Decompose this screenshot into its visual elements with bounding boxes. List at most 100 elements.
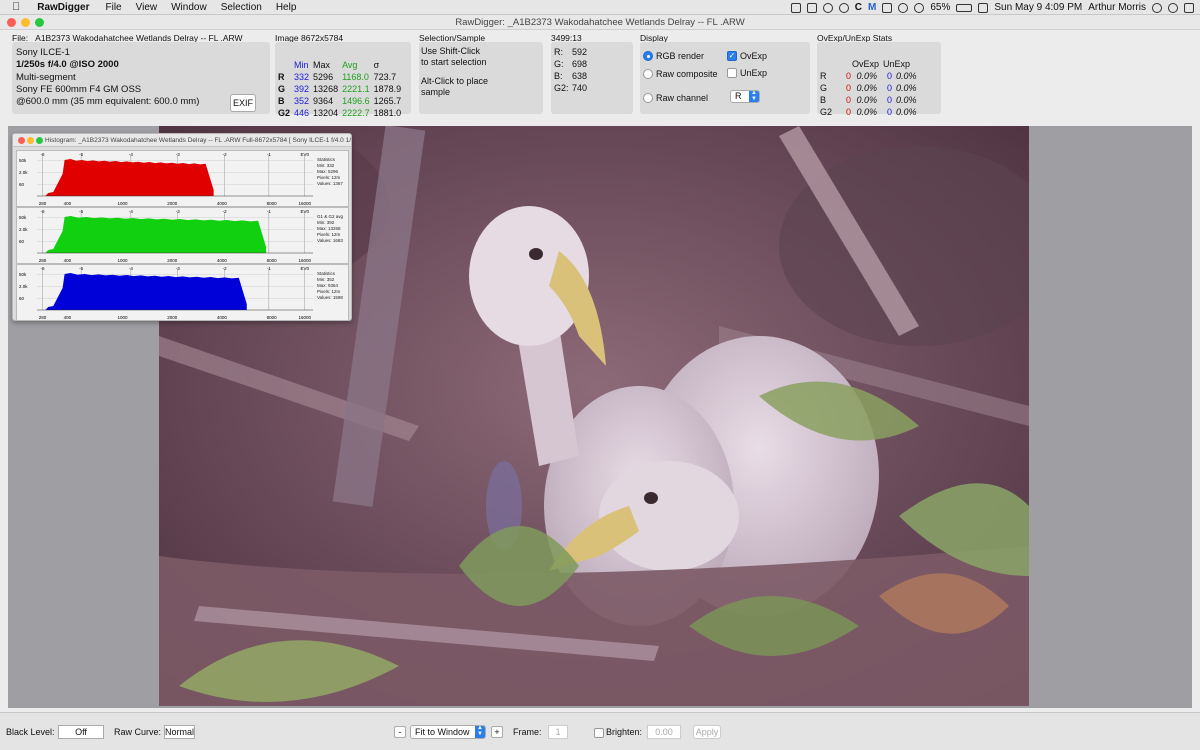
raw-channel-select[interactable]: R ▲ ▼ xyxy=(730,90,760,103)
ev-label: -1 xyxy=(267,266,271,271)
zoom-in-button[interactable]: + xyxy=(491,726,503,738)
raw-channel-label[interactable]: Raw channel xyxy=(656,93,708,103)
input-source-icon[interactable] xyxy=(978,2,989,13)
ev-label: -1 xyxy=(267,152,271,157)
max-value: 13268 xyxy=(313,84,339,94)
brighten-label: Brighten: xyxy=(606,727,643,737)
search-icon[interactable] xyxy=(1168,2,1178,13)
table-header: OvExp xyxy=(852,59,880,69)
unexp-label[interactable]: UnExp xyxy=(740,68,767,78)
sigma-value: 1881.0 xyxy=(373,108,402,118)
profile-icon[interactable] xyxy=(1152,2,1162,13)
user-name[interactable]: Arthur Morris xyxy=(1088,0,1146,15)
zoom-histogram-icon[interactable] xyxy=(36,136,43,144)
wifi-icon[interactable] xyxy=(914,2,925,13)
ovexp-label[interactable]: OvExp xyxy=(740,51,767,61)
table-row: B 352 9364 1496.6 1265.7 xyxy=(276,95,403,107)
menu-selection[interactable]: Selection xyxy=(214,0,269,15)
ev-label: -1 xyxy=(267,209,271,214)
chevron-updown-icon: ▲ ▼ xyxy=(749,90,759,102)
rgb-render-label[interactable]: RGB render xyxy=(656,51,704,61)
black-level-field[interactable]: Off xyxy=(58,725,104,739)
channel-label: R: xyxy=(554,47,563,57)
menu-help[interactable]: Help xyxy=(269,0,304,15)
clipboard-icon[interactable] xyxy=(790,2,801,13)
x-axis-label: 8000 xyxy=(267,315,278,320)
x-axis-label: 280 xyxy=(39,201,47,206)
menu-file[interactable]: File xyxy=(98,0,128,15)
min-value: 392 xyxy=(294,84,310,94)
ovexp-checkbox[interactable]: ✓ xyxy=(727,51,737,61)
c-app-icon[interactable]: C xyxy=(855,0,862,15)
sample-hint: sample xyxy=(421,87,451,97)
ovexp-percent: 0.0% xyxy=(856,83,878,93)
m-app-icon[interactable]: M xyxy=(868,0,876,15)
bluetooth-icon[interactable] xyxy=(898,2,909,13)
histogram-area xyxy=(45,159,214,196)
x-axis-label: 1000 xyxy=(118,315,129,320)
raw-curve-field[interactable]: Normal xyxy=(164,725,195,739)
table-row: G2 446 13204 2222.7 1881.0 xyxy=(276,107,403,119)
frame-value: 1 xyxy=(555,727,561,737)
x-axis-label: 400 xyxy=(64,201,72,206)
control-center-icon[interactable] xyxy=(1184,2,1194,13)
app-menu[interactable]: RawDigger xyxy=(30,0,98,15)
table-header: σ xyxy=(373,60,380,70)
minimize-histogram-icon[interactable] xyxy=(27,136,34,144)
x-axis-label: 16000 xyxy=(298,315,311,320)
raw-composite-label[interactable]: Raw composite xyxy=(656,69,718,79)
zoom-select[interactable]: Fit to Window ▲ ▼ xyxy=(410,725,486,739)
histogram-window[interactable]: Histogram: _A1B2373 Wakodahatchee Wetlan… xyxy=(12,133,352,321)
brighten-checkbox[interactable] xyxy=(594,728,604,738)
creative-cloud-icon[interactable] xyxy=(822,2,833,13)
menu-view[interactable]: View xyxy=(129,0,165,15)
sync-icon[interactable] xyxy=(838,2,849,13)
table-header: Avg xyxy=(342,60,358,70)
battery-icon[interactable] xyxy=(956,3,973,12)
raw-composite-radio[interactable] xyxy=(643,69,653,79)
apply-button[interactable]: Apply xyxy=(693,725,721,739)
brighten-stepper[interactable]: 0.00 xyxy=(647,725,681,739)
channel-label: B xyxy=(820,95,827,105)
exif-button[interactable]: EXIF xyxy=(230,94,256,112)
unexp-checkbox[interactable] xyxy=(727,68,737,78)
min-value: 446 xyxy=(294,108,310,118)
monitor-icon[interactable] xyxy=(882,2,893,13)
ev-label: -2 xyxy=(223,152,227,157)
ev-label: EV0 xyxy=(300,209,309,214)
histogram-stats: G1 & G2 avg Min: 392 Max: 13268 Pixels: 12m… xyxy=(317,214,343,244)
histogram-panel: -6 -5 -4 -3 -2 -1 EV0 50k 2.0k 60 280 400 1000 2000 40… xyxy=(16,207,349,264)
stats-line: Values: 1683 xyxy=(317,238,343,243)
camera-model: Sony ILCE-1 xyxy=(16,47,70,58)
channel-label: B xyxy=(278,96,285,106)
histogram-title-bar[interactable]: Histogram: _A1B2373 Wakodahatchee Wetlan… xyxy=(13,134,351,147)
ovexp-percent: 0.0% xyxy=(856,107,878,117)
min-value: 332 xyxy=(294,72,310,82)
apple-menu-icon[interactable]:  xyxy=(0,0,30,15)
frame-stepper[interactable]: 1 xyxy=(548,725,568,739)
clock[interactable]: Sun May 9 4:09 PM xyxy=(994,0,1082,15)
y-axis-label: 2.0k xyxy=(19,227,28,232)
ev-label: -3 xyxy=(176,209,180,214)
table-row: G2 0 0.0% 0 0.0% xyxy=(818,106,919,118)
raw-channel-radio[interactable] xyxy=(643,93,653,103)
channel-value: 592 xyxy=(572,47,588,57)
unexp-percent: 0.0% xyxy=(896,71,917,81)
x-axis-label: 280 xyxy=(39,258,47,263)
y-axis-label: 60 xyxy=(19,239,25,244)
ovexp-count: 0 xyxy=(846,83,852,93)
close-histogram-icon[interactable] xyxy=(18,136,25,144)
chevron-updown-icon: ▲ ▼ xyxy=(475,725,485,738)
selection-hint: Use Shift-Click xyxy=(421,46,481,56)
x-axis-label: 4000 xyxy=(217,258,228,263)
rgb-render-radio[interactable] xyxy=(643,51,653,61)
black-level-label: Black Level: xyxy=(6,727,55,737)
ev-label: -5 xyxy=(79,152,83,157)
y-axis-label: 2.0k xyxy=(19,170,28,175)
brighten-value: 0.00 xyxy=(655,727,673,737)
film-icon[interactable] xyxy=(806,2,817,13)
menu-window[interactable]: Window xyxy=(164,0,214,15)
zoom-out-button[interactable]: - xyxy=(394,726,406,738)
bottom-toolbar: Black Level: Off Raw Curve: Normal - Fit… xyxy=(0,712,1200,750)
x-axis-label: 4000 xyxy=(217,315,228,320)
